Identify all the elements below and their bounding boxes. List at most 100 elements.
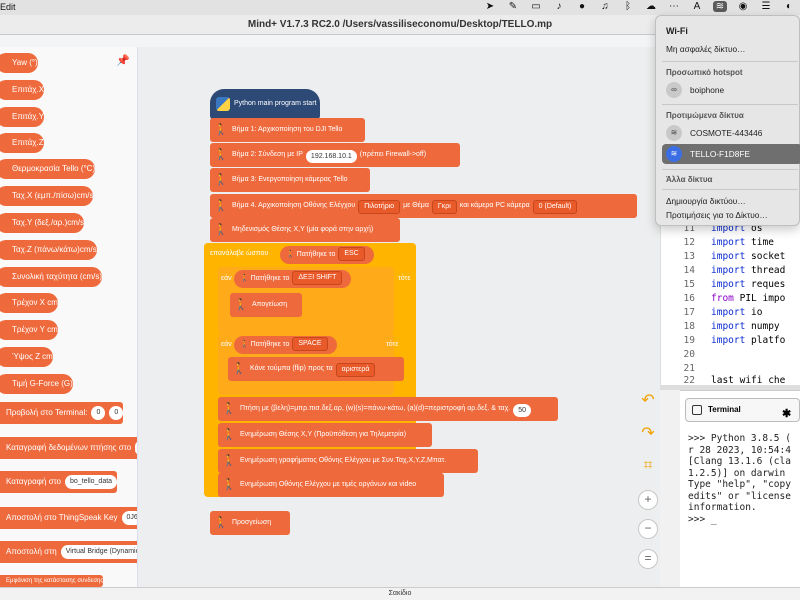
bug-icon[interactable]: ✱: [782, 403, 791, 425]
hotspot-item[interactable]: ∞ boiphone: [662, 80, 800, 100]
palette-command[interactable]: Προβολή στο Terminal: 0 0: [0, 402, 124, 424]
wifi-title: Wi-Fi: [666, 26, 688, 36]
create-network-item[interactable]: Δημιουργία δικτύου…: [666, 196, 746, 206]
music-icon[interactable]: ♫: [598, 1, 612, 12]
tello-figure-icon: 🚶: [240, 275, 249, 282]
palette-block[interactable]: Επιτάχ.Z: [0, 133, 44, 153]
palette-block[interactable]: Ταχ.Y (δεξ./αρ.)cm/s: [0, 213, 85, 233]
zoom-reset-icon[interactable]: =: [638, 549, 658, 569]
palette-block[interactable]: Ύψος Z cm: [0, 347, 53, 367]
speed-field[interactable]: 50: [513, 403, 532, 417]
network-preferences-item[interactable]: Προτιμήσεις για το Δίκτυο…: [666, 210, 768, 220]
space-condition[interactable]: 🚶 Πατήθηκε το SPACE: [234, 336, 337, 354]
reset-position-block[interactable]: 🚶 Μηδενισμός Θέσης X,Y (μία φορά στην αρχ…: [210, 218, 400, 242]
python-start-block[interactable]: Python main program start: [210, 89, 320, 119]
palette-block[interactable]: Επιτάχ.X: [0, 80, 45, 100]
battery-icon[interactable]: ▭: [529, 1, 543, 12]
edit-menu[interactable]: Edit: [0, 2, 16, 12]
terminal-tab[interactable]: Terminal ✱: [685, 398, 800, 422]
text-input-icon[interactable]: A: [690, 1, 704, 12]
dots-icon[interactable]: ⋯: [667, 1, 681, 12]
code-line: 13 import socket: [683, 251, 786, 262]
wifi-icon: ≋: [666, 146, 682, 162]
mic-icon[interactable]: ●: [575, 1, 589, 12]
menu-separator: [662, 104, 798, 105]
mode-dropdown[interactable]: Πιλοτήριο: [358, 200, 401, 215]
camera-dropdown[interactable]: 0 (Default): [532, 200, 578, 215]
palette-command[interactable]: Καταγραφή δεδομένων πτήσης στο: [0, 437, 137, 459]
shift-condition[interactable]: 🚶 Πατήθηκε το ΔΕΞΙ SHIFT: [234, 270, 352, 288]
step2-block[interactable]: 🚶 Βήμα 2: Σύνδεση με IP 192.168.10.1 (πρέπε…: [210, 143, 460, 167]
insecure-network-item[interactable]: Μη ασφαλές δίκτυο…: [666, 44, 745, 54]
tello-figure-icon: 🚶: [214, 224, 228, 236]
ip-field[interactable]: 192.168.10.1: [305, 149, 357, 163]
palette-block[interactable]: Τιμή G-Force (G): [0, 374, 73, 394]
step3-block[interactable]: 🚶 Βήμα 3: Ενεργοποίηση κάμερας Tello: [210, 168, 370, 192]
fly-block[interactable]: 🚶 Πτήση με (βελη)=μπρ.πισ.δεξ.αρ, (w)(s)=…: [218, 397, 558, 421]
terminal-panel[interactable]: Terminal ✱ >>> Python 3.8.5 ( r 28 2023,…: [680, 390, 800, 587]
repeat-until-header[interactable]: επανάλαβε ώσπου 🚶 Πατήθηκε το ESC: [204, 243, 416, 267]
palette-block[interactable]: Θερμοκρασία Tello (°C): [0, 159, 96, 179]
network-item-cosmote[interactable]: ≋ COSMOTE-443446: [662, 123, 800, 143]
step1-block[interactable]: 🚶 Βήμα 1: Αρχικοποίηση του DJI Tello: [210, 118, 365, 142]
palette-command[interactable]: Αποστολή στο ThingSpeak Key0J62F: [0, 507, 137, 529]
palette-command[interactable]: Καταγραφή στο bo_tello_data: [0, 471, 118, 493]
zoom-out-icon[interactable]: −: [638, 519, 658, 539]
crop-icon[interactable]: ⌗: [638, 457, 658, 477]
terminal-icon: [692, 405, 702, 415]
palette-command[interactable]: Εμφάνιση της κατάστασης συνδεσης: [0, 575, 104, 587]
space-key-dropdown[interactable]: SPACE: [292, 337, 328, 352]
palette-block[interactable]: Τρέχον Y cm: [0, 320, 58, 340]
takeoff-block[interactable]: 🚶 Απογείωση: [230, 293, 302, 317]
switch-icon[interactable]: ◐: [782, 1, 796, 12]
palette-command[interactable]: Αποστολή στη Virtual Bridge (Dynamic: [0, 541, 137, 563]
flip-direction-dropdown[interactable]: αριστερά: [335, 363, 376, 378]
update-instruments-block[interactable]: 🚶 Ενημέρωση Οθόνης Ελέγχου με τιμές οργάν…: [218, 473, 444, 497]
user-icon[interactable]: ◉: [736, 1, 750, 12]
update-position-block[interactable]: 🚶 Ενημέρωση Θέσης X,Y (Προϋπόθεση για Τηλ…: [218, 423, 432, 447]
tello-figure-icon: 🚶: [222, 455, 236, 467]
code-line: 16 from PIL impo: [683, 293, 786, 304]
step4-block[interactable]: 🚶 Βήμα 4. Αρχικοποίηση Οθόνης Ελέγχου Πιλο…: [210, 194, 637, 218]
pin-icon[interactable]: 📌: [116, 54, 130, 67]
location-icon[interactable]: ➤: [483, 1, 497, 12]
block-palette: 📌 Yaw (°) Επιτάχ.X Επιτάχ.Y Επιτάχ.Z Θερ…: [0, 47, 138, 587]
python-icon: [216, 97, 230, 111]
code-line: 22 last_wifi_che: [683, 375, 786, 385]
backpack-bar[interactable]: Σακίδιο: [0, 587, 800, 600]
terminal-output[interactable]: >>> Python 3.8.5 ( r 28 2023, 10:54:4 [C…: [688, 433, 800, 525]
cloud-icon[interactable]: ☁: [644, 1, 658, 12]
code-line: 17 import io: [683, 307, 763, 318]
landing-block[interactable]: 🚶 Προσγείωση: [210, 511, 290, 535]
theme-dropdown[interactable]: Γκρι: [431, 200, 457, 215]
tello-figure-icon: 🚶: [214, 149, 228, 161]
palette-block[interactable]: Ταχ.X (εμπ./πίσω)cm/s: [0, 186, 94, 206]
workspace[interactable]: Python main program start 🚶 Βήμα 1: Αρχικ…: [138, 47, 660, 587]
esc-condition[interactable]: 🚶 Πατήθηκε το ESC: [280, 246, 374, 264]
link-icon: ∞: [666, 82, 682, 98]
palette-block[interactable]: Συνολική ταχύτητα (cm/s): [0, 267, 103, 287]
volume-icon[interactable]: ♪: [552, 1, 566, 12]
settings-icon[interactable]: ☰: [759, 1, 773, 12]
palette-block[interactable]: Yaw (°): [0, 53, 38, 73]
zoom-in-icon[interactable]: +: [638, 490, 658, 510]
tello-figure-icon: 🚶: [234, 299, 248, 311]
bluetooth-icon[interactable]: ᛒ: [621, 1, 635, 12]
palette-block[interactable]: Επιτάχ.Y: [0, 107, 45, 127]
palette-block[interactable]: Ταχ.Z (πάνω/κάτω)cm/s: [0, 240, 97, 260]
tello-figure-icon: 🚶: [214, 517, 228, 529]
flip-block[interactable]: 🚶 Κάνε τούμπα (flip) προς τα αριστερά: [228, 357, 404, 381]
palette-block[interactable]: Τρέχον X cm: [0, 293, 58, 313]
update-graph-block[interactable]: 🚶 Ενημέρωση γραφήματος Οθόνης Ελέγχου με …: [218, 449, 478, 473]
pen-icon[interactable]: ✎: [506, 1, 520, 12]
wifi-icon: ≋: [666, 125, 682, 141]
redo-icon[interactable]: ↷: [638, 425, 658, 445]
wifi-icon[interactable]: ≋: [713, 1, 727, 12]
esc-key-dropdown[interactable]: ESC: [338, 247, 365, 262]
code-line: 18 import numpy: [683, 321, 780, 332]
code-editor[interactable]: 11 import os 12 import time 13 import socke…: [660, 215, 800, 385]
network-item-tello[interactable]: ≋ TELLO-F1D8FE: [662, 144, 800, 164]
undo-icon[interactable]: ↶: [638, 392, 658, 412]
shift-key-dropdown[interactable]: ΔΕΞΙ SHIFT: [292, 271, 343, 286]
tello-figure-icon: 🚶: [214, 174, 228, 186]
